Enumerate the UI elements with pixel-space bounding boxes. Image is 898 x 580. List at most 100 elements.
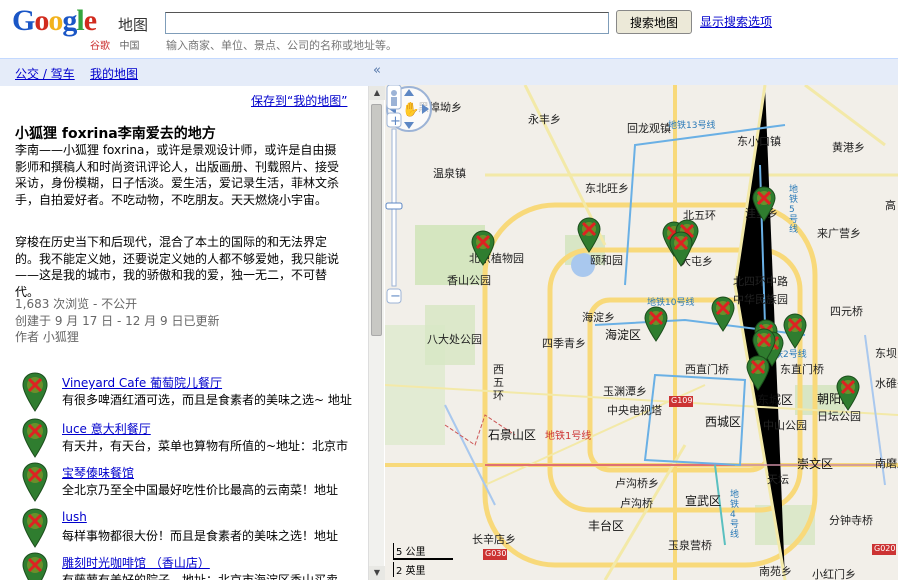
map-pin-icon[interactable] [22,508,48,548]
map-label: 西五环 [493,363,504,402]
svg-text:✋: ✋ [402,101,419,118]
scroll-down-arrow-icon[interactable]: ▼ [369,566,385,580]
list-item[interactable]: luce 意大利餐厅 有天井，有天台，菜单也算物有所值的~地址：北京市 [22,418,368,464]
map-label: 地铁1号线 [545,431,592,442]
map-label: 高 [885,199,896,212]
scroll-up-arrow-icon[interactable]: ▲ [369,86,385,100]
created-date: 创建于 9 月 17 日 - 12 月 9 日已更新 [15,314,220,328]
header: Google 地图 谷歌 中国 搜索地图 显示搜索选项 输入商家、单位、景点、公… [0,0,898,58]
list-item[interactable]: 雕刻时光咖啡馆 （香山店） 有藤萝有美好的院子，地址：北京市海淀区香山买卖 [22,552,368,580]
sidebar-scrollbar[interactable]: ▲ ▼ [368,86,385,580]
place-snippet: 有藤萝有美好的院子，地址：北京市海淀区香山买卖 [62,573,339,580]
search-map-button[interactable]: 搜索地图 [616,10,692,34]
save-to-my-maps-link[interactable]: 保存到“我的地图” [251,92,347,109]
metro-label: 地铁4号线 [730,490,740,540]
svg-text:−: − [390,289,401,304]
list-item[interactable]: 宝琴傣味餐馆 全北京乃至全中国最好吃性价比最高的云南菜！地址 [22,462,368,508]
map-label: 卢沟桥乡 [615,477,659,490]
my-maps-link[interactable]: 我的地图 [90,65,138,82]
map-label: 玉泉营桥 [668,539,712,552]
map-label: 卢沟桥 [620,497,653,510]
map-label: 天坛 [767,473,789,486]
road-shield: G030 [485,549,507,558]
map-label: 永丰乡 [528,113,561,126]
map-label: 东直门桥 [780,363,824,376]
map-label: 石景山区 [488,428,537,442]
list-item[interactable]: lush 每样事物都很大份！而且是食素者的美味之选！地址 [22,508,368,554]
google-maps-logo[interactable]: Google 地图 谷歌 中国 [12,4,162,52]
metro-label: 地铁13号线 [668,121,716,131]
metro-label: 地铁5号线 [789,185,799,235]
map-pin-icon[interactable] [22,372,48,412]
map-label: 南磨房 [875,457,898,470]
svg-text:+: + [390,114,401,129]
map-label: 分钟寺桥 [829,514,873,527]
map-panel[interactable]: 黑埠坳乡 永丰乡 回龙观镇 东小口镇 黄港乡 温泉镇 东北旺乡 北五环 洼里乡 … [385,58,898,580]
map-label: 香山公园 [447,274,491,287]
list-item[interactable]: Vineyard Cafe 葡萄院儿餐厅 有很多啤酒红酒可选，而且是食素者的美味… [22,372,368,418]
map-label: 海淀区 [605,328,642,342]
map-label: 小红门乡 [812,568,856,580]
map-marker-icon[interactable] [644,306,668,342]
map-marker-icon[interactable] [836,375,860,411]
map-label: 海淀乡 [582,311,615,324]
map-marker-icon[interactable] [783,313,807,349]
map-label: 八大处公园 [427,333,482,346]
map-label: 温泉镇 [433,167,466,180]
map-label: 西直门桥 [685,363,729,376]
map-label: 中山公园 [763,419,807,432]
place-name[interactable]: Vineyard Cafe 葡萄院儿餐厅 [62,374,222,391]
show-search-options-link[interactable]: 显示搜索选项 [700,13,772,30]
search-input[interactable] [165,12,609,34]
map-label: 北四环中路 [733,275,788,288]
place-snippet: 全北京乃至全中国最好吃性价比最高的云南菜！地址 [62,483,339,497]
view-count: 1,683 次浏览 - 不公开 [15,297,138,311]
description-paragraph-2: 穿梭在历史当下和后现代，混合了本土的国际的和无法界定的。我不能定义她，还要说定义… [15,235,340,299]
description-paragraph-1: 李南——小狐狸 foxrina，或许是景观设计师，或许是自由摄影师和撰稿人和时尚… [15,143,340,207]
map-label: 颐和园 [590,254,623,267]
map-label: 来广营乡 [817,227,861,240]
map-label: 玉渊潭乡 [603,385,647,398]
map-label: 长辛店乡 [472,533,516,546]
map-label: 丰台区 [588,519,625,533]
map-scale: 5 公里 2 英里 [393,543,453,577]
place-name[interactable]: 宝琴傣味餐馆 [62,464,134,481]
map-pin-icon[interactable] [22,462,48,502]
map-label: 水碓子 [875,377,898,390]
map-label: 回龙观镇 [627,122,671,135]
place-name[interactable]: 雕刻时光咖啡馆 （香山店） [62,554,210,571]
map-label: 东坝乡 [875,347,898,360]
map-marker-icon[interactable] [711,296,735,332]
search-hint: 输入商家、单位、景点、公司的名称或地址等。 [166,39,397,52]
map-title: 小狐狸 foxrina李南爱去的地方 [15,126,216,142]
map-label: 东北旺乡 [585,182,629,195]
map-marker-icon[interactable] [669,231,693,267]
map-pin-icon[interactable] [22,418,48,458]
place-name[interactable]: lush [62,510,87,524]
zoom-slider[interactable]: + − [385,85,403,310]
map-label: 四季青乡 [542,337,586,350]
place-name[interactable]: luce 意大利餐厅 [62,420,151,437]
map-canvas[interactable]: 黑埠坳乡 永丰乡 回龙观镇 东小口镇 黄港乡 温泉镇 东北旺乡 北五环 洼里乡 … [385,85,898,580]
logo-product: 地图 [118,16,149,34]
map-topstrip [385,58,898,85]
scrollbar-thumb[interactable] [371,104,382,336]
map-marker-icon[interactable] [577,217,601,253]
transit-directions-link[interactable]: 公交 / 驾车 [15,65,75,82]
collapse-sidebar-icon[interactable]: « [373,63,381,78]
author: 作者 小狐狸 [15,330,79,344]
place-snippet: 有很多啤酒红酒可选，而且是食素者的美味之选~ 地址 [62,393,352,407]
map-label: 南苑乡 [759,565,792,578]
map-label: 中华民族园 [733,293,788,306]
map-marker-icon[interactable] [746,355,770,391]
map-marker-icon[interactable] [471,230,495,266]
sidebar-topbar: 公交 / 驾车 我的地图 « [0,58,385,86]
map-label: 黄港乡 [832,141,865,154]
road-shield: G109 [671,396,693,405]
sidebar: 公交 / 驾车 我的地图 « 保存到“我的地图” 小狐狸 foxrina李南爱去… [0,58,385,580]
map-label: 东城区 [757,393,794,407]
sidebar-content[interactable]: 保存到“我的地图” 小狐狸 foxrina李南爱去的地方 李南——小狐狸 fox… [0,86,368,580]
map-pin-icon[interactable] [22,552,48,580]
map-label: 西城区 [705,415,742,429]
map-marker-icon[interactable] [752,186,776,222]
